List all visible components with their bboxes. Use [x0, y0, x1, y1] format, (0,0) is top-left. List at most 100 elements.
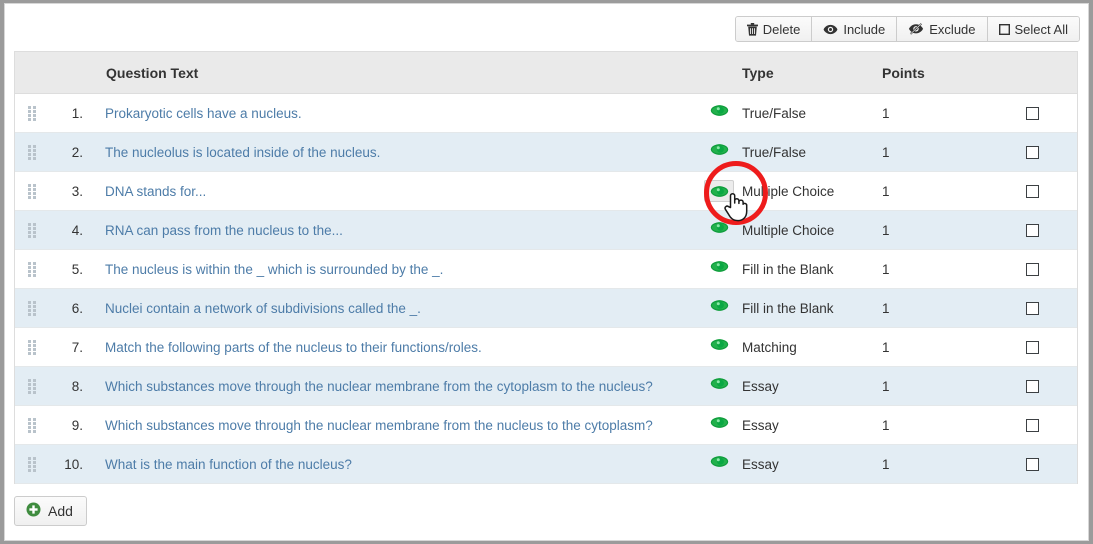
preview-cell [696, 221, 742, 239]
row-checkbox[interactable] [1025, 145, 1039, 159]
row-number: 8. [71, 378, 83, 394]
question-type: Matching [742, 339, 797, 355]
include-button[interactable]: Include [812, 17, 898, 41]
table-row[interactable]: 7. Match the following parts of the nucle… [15, 328, 1077, 367]
row-checkbox[interactable] [1025, 301, 1039, 315]
question-link[interactable]: Which substances move through the nuclea… [105, 379, 653, 394]
preview-eye-icon[interactable] [710, 416, 729, 434]
row-checkbox[interactable] [1025, 340, 1039, 354]
preview-cell [696, 338, 742, 356]
add-button[interactable]: Add [14, 496, 87, 526]
row-checkbox[interactable] [1025, 457, 1039, 471]
preview-eye-button[interactable] [704, 180, 734, 202]
question-link[interactable]: What is the main function of the nucleus… [105, 457, 352, 472]
row-number: 9. [71, 417, 83, 433]
row-checkbox[interactable] [1025, 184, 1039, 198]
delete-button[interactable]: Delete [735, 17, 813, 41]
question-points: 1 [882, 378, 890, 394]
preview-eye-icon[interactable] [710, 260, 729, 278]
drag-handle-icon[interactable] [28, 144, 36, 160]
table-row[interactable]: 4. RNA can pass from the nucleus to the..… [15, 211, 1077, 250]
drag-handle-icon[interactable] [28, 105, 36, 121]
question-type: Essay [742, 378, 779, 394]
select-cell [987, 379, 1077, 393]
question-link[interactable]: Match the following parts of the nucleus… [105, 340, 482, 355]
question-text-cell: Nuclei contain a network of subdivisions… [93, 301, 696, 316]
question-link[interactable]: Which substances move through the nuclea… [105, 418, 653, 433]
question-link[interactable]: Nuclei contain a network of subdivisions… [105, 301, 421, 316]
preview-cell [696, 299, 742, 317]
drag-handle-cell [15, 378, 49, 394]
table-row[interactable]: 2. The nucleolus is located inside of the… [15, 133, 1077, 172]
table-row[interactable]: 5. The nucleus is within the _ which is s… [15, 250, 1077, 289]
question-points: 1 [882, 222, 890, 238]
row-checkbox[interactable] [1025, 106, 1039, 120]
table-row[interactable]: 8. Which substances move through the nucl… [15, 367, 1077, 406]
preview-eye-icon[interactable] [710, 455, 729, 473]
question-link[interactable]: Prokaryotic cells have a nucleus. [105, 106, 302, 121]
drag-handle-icon[interactable] [28, 456, 36, 472]
drag-handle-cell [15, 144, 49, 160]
drag-handle-icon[interactable] [28, 222, 36, 238]
drag-handle-icon[interactable] [28, 261, 36, 277]
question-manager-panel: Delete Include Exclude Select All Questi… [4, 3, 1089, 541]
row-number: 7. [71, 339, 83, 355]
row-number: 2. [71, 144, 83, 160]
table-row[interactable]: 10. What is the main function of the nucl… [15, 445, 1077, 484]
table-row[interactable]: 1. Prokaryotic cells have a nucleus. True/… [15, 94, 1077, 133]
question-points: 1 [882, 183, 890, 199]
drag-handle-icon[interactable] [28, 300, 36, 316]
question-points: 1 [882, 261, 890, 277]
drag-handle-cell [15, 417, 49, 433]
row-checkbox[interactable] [1025, 223, 1039, 237]
row-checkbox[interactable] [1025, 262, 1039, 276]
header-points: Points [882, 64, 925, 81]
row-number: 10. [64, 456, 83, 472]
table-row[interactable]: 9. Which substances move through the nucl… [15, 406, 1077, 445]
preview-eye-icon[interactable] [710, 221, 729, 239]
drag-handle-icon[interactable] [28, 339, 36, 355]
question-points: 1 [882, 300, 890, 316]
preview-eye-icon[interactable] [710, 104, 729, 122]
question-link[interactable]: RNA can pass from the nucleus to the... [105, 223, 343, 238]
drag-handle-icon[interactable] [28, 378, 36, 394]
preview-eye-icon[interactable] [710, 143, 729, 161]
table-body: 1. Prokaryotic cells have a nucleus. True/… [15, 94, 1077, 484]
drag-handle-cell [15, 456, 49, 472]
question-link[interactable]: The nucleolus is located inside of the n… [105, 145, 380, 160]
table-row[interactable]: 6. Nuclei contain a network of subdivisio… [15, 289, 1077, 328]
drag-handle-cell [15, 222, 49, 238]
question-points: 1 [882, 456, 890, 472]
row-checkbox[interactable] [1025, 418, 1039, 432]
row-number: 4. [71, 222, 83, 238]
select-all-button[interactable]: Select All [987, 17, 1079, 41]
question-text-cell: The nucleolus is located inside of the n… [93, 145, 696, 160]
question-type: Essay [742, 456, 779, 472]
preview-cell [696, 416, 742, 434]
drag-handle-cell [15, 261, 49, 277]
question-text-cell: RNA can pass from the nucleus to the... [93, 223, 696, 238]
table-row[interactable]: 3. DNA stands for... Multiple Choice 1 [15, 172, 1077, 211]
question-link[interactable]: DNA stands for... [105, 184, 206, 199]
exclude-button[interactable]: Exclude [897, 17, 988, 41]
preview-eye-icon[interactable] [710, 299, 729, 317]
preview-eye-icon[interactable] [710, 377, 729, 395]
preview-cell [696, 455, 742, 473]
table-header-row: Question Text Type Points [15, 52, 1077, 94]
question-link[interactable]: The nucleus is within the _ which is sur… [105, 262, 443, 277]
question-text-cell: Prokaryotic cells have a nucleus. [93, 106, 696, 121]
plus-circle-icon [26, 502, 41, 520]
preview-eye-icon[interactable] [710, 338, 729, 356]
drag-handle-icon[interactable] [28, 183, 36, 199]
row-checkbox[interactable] [1025, 379, 1039, 393]
add-button-label: Add [48, 503, 73, 519]
select-cell [987, 223, 1077, 237]
drag-handle-cell [15, 105, 49, 121]
checkbox-icon [998, 23, 1010, 35]
header-question-text: Question Text [106, 64, 199, 81]
question-text-cell: DNA stands for... [93, 184, 696, 199]
question-type: True/False [742, 144, 807, 160]
questions-table: Question Text Type Points 1. Prokaryotic … [14, 51, 1078, 484]
drag-handle-icon[interactable] [28, 417, 36, 433]
question-text-cell: Which substances move through the nuclea… [93, 418, 696, 433]
